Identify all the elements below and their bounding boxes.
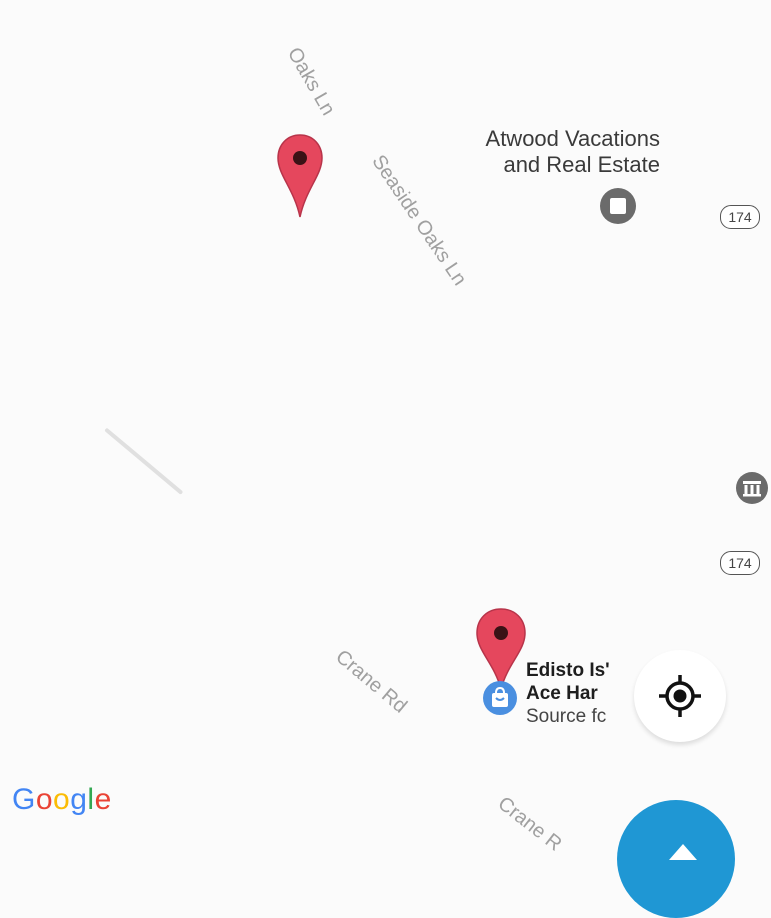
map-pin-icon[interactable]	[276, 133, 324, 219]
poi-atwood-label[interactable]: Atwood Vacations and Real Estate	[410, 126, 660, 178]
logo-letter-o1: o	[35, 783, 54, 816]
poi-hardware-line2: Ace Har	[526, 683, 598, 704]
poi-atwood-line1: Atwood Vacations	[485, 126, 660, 151]
logo-letter-o2: o	[53, 783, 71, 816]
my-location-icon	[659, 675, 701, 717]
my-location-button[interactable]	[634, 650, 726, 742]
logo-letter-g: G	[12, 783, 36, 816]
logo-letter-e: e	[94, 783, 112, 816]
poi-hardware-line1: Edisto Is'	[526, 660, 610, 681]
navigation-arrow-icon	[669, 844, 697, 860]
poi-hardware-label[interactable]: Edisto Is' Ace Har Source fc	[526, 659, 626, 728]
route-shield-174-top: 174	[720, 205, 760, 229]
poi-hardware-line3: Source fc	[526, 706, 607, 727]
directions-fab[interactable]	[617, 800, 735, 918]
store-icon[interactable]	[598, 186, 638, 226]
logo-letter-g2: g	[70, 783, 88, 816]
poi-atwood-line2: and Real Estate	[503, 152, 660, 177]
logo-letter-l: l	[87, 783, 95, 816]
museum-icon[interactable]	[734, 470, 770, 506]
shopping-bag-icon[interactable]	[481, 679, 519, 717]
route-shield-174-bottom: 174	[720, 551, 760, 575]
google-logo: Google	[12, 783, 112, 817]
